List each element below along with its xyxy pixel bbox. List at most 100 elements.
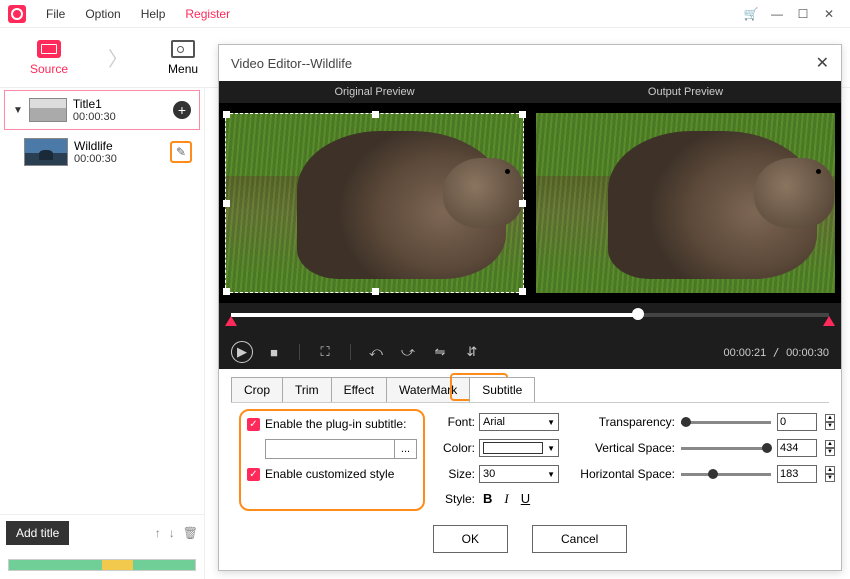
step-source[interactable]: Source [20,36,78,80]
trim-end-marker[interactable] [823,316,835,326]
chevron-down-icon: ▼ [547,444,555,453]
enable-plugin-row[interactable]: ✓ Enable the plug-in subtitle: [247,417,417,431]
trash-icon[interactable]: 🗑 [183,526,198,540]
flip-h-button[interactable]: ⇋ [429,341,451,363]
maximize-button[interactable]: ☐ [790,4,816,24]
snapshot-button[interactable]: ⛶ [314,341,336,363]
original-preview[interactable] [225,113,524,293]
app-logo [8,5,26,23]
spin-down[interactable]: ▼ [825,422,835,430]
add-clip-button[interactable]: + [173,101,191,119]
ok-button[interactable]: OK [433,525,508,553]
font-label: Font: [437,415,475,429]
spin-down[interactable]: ▼ [825,474,835,482]
chevron-down-icon: ▼ [547,418,555,427]
move-down-icon[interactable]: ↓ [169,526,175,540]
tab-trim[interactable]: Trim [282,377,332,402]
edit-clip-button[interactable]: ✎ [170,141,192,163]
clip-thumbnail [24,138,68,166]
menu-file[interactable]: File [36,7,75,21]
step-arrow-icon: 〉 [108,43,128,72]
timeline-track[interactable] [231,313,829,317]
dialog-close-button[interactable]: ✕ [816,53,829,73]
trim-start-marker[interactable] [225,316,237,326]
crop-handle[interactable] [223,111,230,118]
preview-row [219,103,841,303]
spin-down[interactable]: ▼ [825,448,835,456]
subtitle-options: ✓ Enable the plug-in subtitle: ... ✓ Ena… [231,402,829,517]
browse-file-button[interactable]: ... [395,439,417,459]
crop-handle[interactable] [519,111,526,118]
slider-column: Transparency: 0 ▲▼ Vertical Space: 434 ▲… [575,413,835,507]
dialog-buttons: OK Cancel [219,517,841,565]
clip-name: Wildlife [74,139,164,153]
clip-duration: 00:00:30 [74,153,164,165]
close-button[interactable]: ✕ [816,4,842,24]
menu-register[interactable]: Register [175,7,240,21]
minimize-button[interactable]: — [764,4,790,24]
play-button[interactable]: ▶ [231,341,253,363]
source-label: Source [30,62,68,76]
original-preview-label: Original Preview [219,81,530,103]
tab-effect[interactable]: Effect [331,377,387,402]
vspace-value[interactable]: 434 [777,439,817,457]
color-select[interactable]: ▼ [479,439,559,457]
tab-subtitle[interactable]: Subtitle [469,377,535,402]
spin-up[interactable]: ▲ [825,440,835,448]
video-editor-dialog: Video Editor--Wildlife ✕ Original Previe… [218,44,842,571]
crop-handle[interactable] [519,200,526,207]
spin-up[interactable]: ▲ [825,466,835,474]
enable-plugin-label: Enable the plug-in subtitle: [265,417,406,431]
title-name: Title1 [73,97,167,111]
italic-button[interactable]: I [504,491,508,507]
tab-crop[interactable]: Crop [231,377,283,402]
menubar: File Option Help Register 🛒 — ☐ ✕ [0,0,850,28]
subtitle-file-input[interactable] [265,439,395,459]
bold-button[interactable]: B [483,491,492,507]
hspace-label: Horizontal Space: [575,467,675,481]
menu-option[interactable]: Option [75,7,130,21]
transparency-value[interactable]: 0 [777,413,817,431]
cart-icon[interactable]: 🛒 [738,4,764,24]
spin-up[interactable]: ▲ [825,414,835,422]
vspace-slider[interactable] [681,447,771,450]
timeline[interactable] [219,303,841,335]
underline-button[interactable]: U [521,491,530,507]
crop-handle[interactable] [223,288,230,295]
dialog-title: Video Editor--Wildlife [231,56,352,71]
disk-usage-bar [8,559,196,571]
crop-handle[interactable] [372,288,379,295]
step-menu[interactable]: Menu [158,36,208,80]
playhead[interactable] [632,308,644,320]
rotate-right-button[interactable]: ⤻ [397,341,419,363]
cancel-button[interactable]: Cancel [532,525,627,553]
transparency-label: Transparency: [575,415,675,429]
crop-handle[interactable] [372,111,379,118]
menu-help[interactable]: Help [131,7,176,21]
hspace-slider[interactable] [681,473,771,476]
move-up-icon[interactable]: ↑ [155,526,161,540]
crop-frame[interactable] [225,113,524,293]
crop-handle[interactable] [223,200,230,207]
clip-item[interactable]: Wildlife 00:00:30 ✎ [4,132,200,172]
chevron-down-icon: ▼ [547,470,555,479]
hspace-value[interactable]: 183 [777,465,817,483]
color-label: Color: [437,441,475,455]
style-label: Style: [437,492,475,506]
checkbox-enable-custom[interactable]: ✓ [247,468,260,481]
stop-button[interactable]: ■ [263,341,285,363]
title-item[interactable]: ▼ Title1 00:00:30 + [4,90,200,130]
color-swatch [483,442,543,454]
crop-handle[interactable] [519,288,526,295]
transparency-slider[interactable] [681,421,771,424]
enable-custom-row[interactable]: ✓ Enable customized style [247,467,417,481]
playback-controls: ▶ ■ ⛶ ⤺ ⤻ ⇋ ⇵ 00:00:21 / 00:00:30 [219,335,841,369]
checkbox-enable-plugin[interactable]: ✓ [247,418,260,431]
font-select[interactable]: Arial▼ [479,413,559,431]
dialog-titlebar: Video Editor--Wildlife ✕ [219,45,841,81]
flip-v-button[interactable]: ⇵ [461,341,483,363]
expand-icon[interactable]: ▼ [13,105,23,116]
size-select[interactable]: 30▼ [479,465,559,483]
add-title-button[interactable]: Add title [6,521,69,545]
rotate-left-button[interactable]: ⤺ [365,341,387,363]
